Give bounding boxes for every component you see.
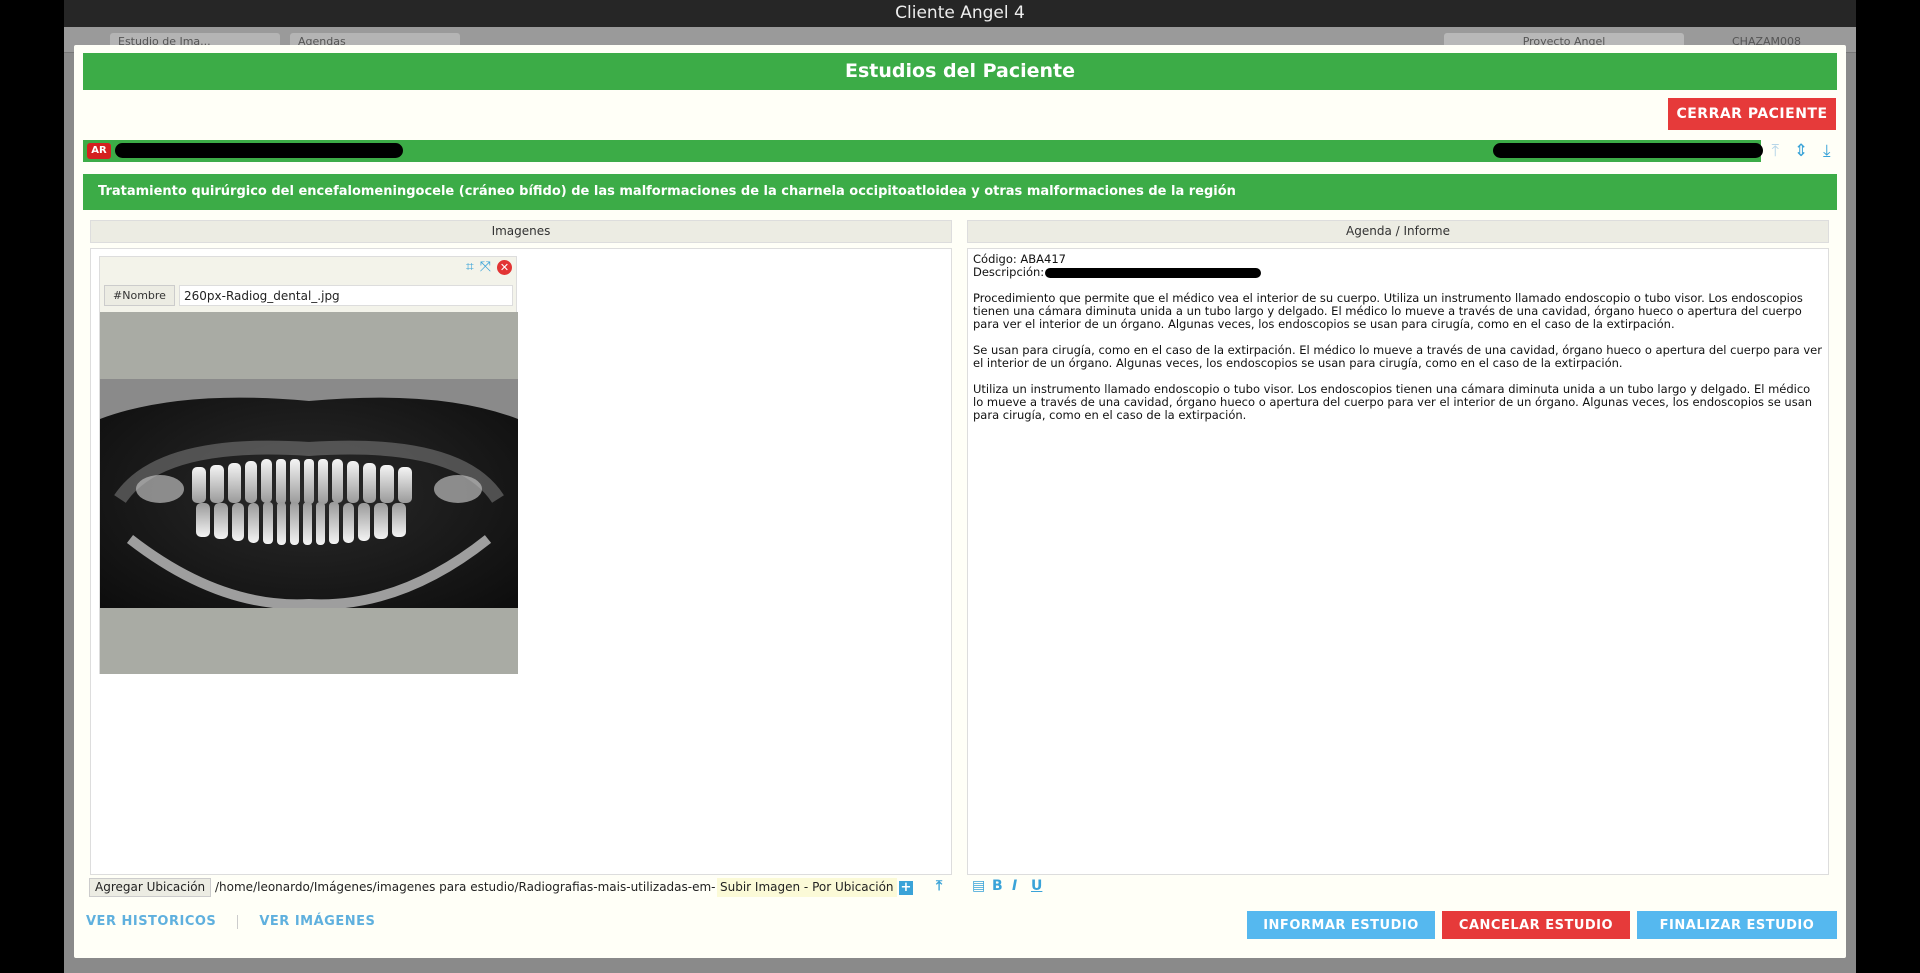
image-path-field[interactable]: /home/leonardo/Imágenes/imagenes para es… — [215, 880, 715, 894]
study-title-bar: Tratamiento quirúrgico del encefalomenin… — [83, 174, 1837, 210]
patient-bar-actions: ⤒ ⇕ ⤓ — [1764, 140, 1838, 162]
move-top-icon[interactable]: ⤒ — [1771, 141, 1779, 161]
upload-by-location-button[interactable]: Subir Imagen - Por Ubicación — [717, 878, 897, 897]
italic-button[interactable]: I — [1012, 878, 1017, 894]
redacted-description — [1045, 268, 1261, 278]
download-icon[interactable]: ⤓ — [1823, 141, 1831, 161]
bold-button[interactable]: B — [992, 878, 1003, 894]
report-paragraph: Utiliza un instrumento llamado endoscopi… — [973, 382, 1813, 422]
images-panel-header: Imagenes — [90, 220, 952, 243]
link-separator — [237, 914, 239, 929]
study-description-line: Descripción: — [973, 266, 1823, 279]
finalizar-estudio-button[interactable]: FINALIZAR ESTUDIO — [1637, 911, 1837, 939]
expand-icon[interactable]: ⇕ — [1794, 141, 1808, 161]
modal-title: Estudios del Paciente — [83, 53, 1837, 90]
close-patient-button[interactable]: CERRAR PACIENTE — [1668, 98, 1836, 130]
informar-estudio-button[interactable]: INFORMAR ESTUDIO — [1247, 911, 1435, 939]
upload-icon[interactable]: ⤒ — [936, 878, 942, 894]
images-panel: ⌗ ⤧ ✕ #Nombre — [90, 248, 952, 875]
document-icon[interactable]: ▤ — [972, 878, 985, 894]
window-titlebar: Cliente Angel 4 — [64, 0, 1856, 27]
study-code: Código: ABA417 — [973, 252, 1066, 266]
footer-links: VER HISTORICOS VER IMÁGENES — [86, 914, 375, 929]
image-card-toolbar: ⌗ ⤧ ✕ — [466, 259, 512, 275]
image-card: ⌗ ⤧ ✕ #Nombre — [99, 256, 518, 674]
description-label: Descripción: — [973, 265, 1045, 279]
report-paragraph: Procedimiento que permite que el médico … — [973, 291, 1803, 331]
add-image-icon[interactable]: + — [899, 881, 913, 895]
report-paragraph: Se usan para cirugía, como en el caso de… — [973, 343, 1822, 370]
country-badge: AR — [87, 143, 111, 159]
remove-image-icon[interactable]: ✕ — [497, 259, 512, 275]
crop-icon[interactable]: ⌗ — [466, 259, 474, 275]
patient-info-bar: AR — [83, 140, 1763, 162]
underline-button[interactable]: U — [1031, 878, 1042, 894]
window-title: Cliente Angel 4 — [895, 3, 1025, 23]
image-preview[interactable] — [100, 312, 518, 674]
redacted-patient-id — [1493, 143, 1763, 158]
ver-imagenes-link[interactable]: VER IMÁGENES — [259, 914, 375, 929]
cancelar-estudio-button[interactable]: CANCELAR ESTUDIO — [1442, 911, 1630, 939]
add-location-button[interactable]: Agregar Ubicación — [89, 878, 212, 897]
report-editor[interactable]: Código: ABA417 Descripción: Procedimient… — [967, 248, 1829, 875]
dental-xray-image — [100, 379, 518, 608]
ver-historicos-link[interactable]: VER HISTORICOS — [86, 914, 216, 929]
fullscreen-icon[interactable]: ⤧ — [480, 259, 491, 275]
report-content[interactable]: Código: ABA417 Descripción: Procedimient… — [969, 250, 1827, 438]
image-name-input[interactable] — [179, 285, 513, 306]
redacted-patient-name — [115, 143, 403, 158]
report-panel-header: Agenda / Informe — [967, 220, 1829, 243]
name-tag: #Nombre — [104, 285, 175, 306]
patient-studies-modal: Estudios del Paciente CERRAR PACIENTE AR… — [74, 45, 1846, 958]
